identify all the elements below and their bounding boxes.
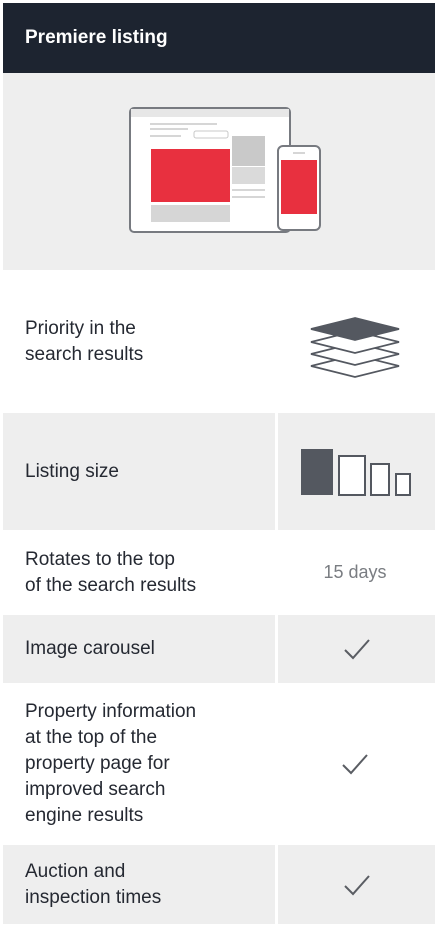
card-title: Premiere listing [25,27,168,48]
row-label: Listing size [25,460,119,482]
row-auction-inspection: Auction and inspection times [3,845,435,924]
row-value [275,274,435,410]
row-value [275,615,435,683]
layers-icon [310,317,400,378]
row-property-information: Property information at the top of the p… [3,686,435,842]
row-rotates: Rotates to the top of the search results… [3,533,435,612]
listing-illustration [3,73,435,270]
row-label: Rotates to the top of the search results [25,548,197,596]
row-image-carousel: Image carousel [3,615,435,683]
row-value: 15 days [275,533,435,612]
row-label: Image carousel [25,638,155,659]
listing-size-icon [300,448,411,496]
row-value [275,686,435,842]
check-icon [343,639,370,660]
check-icon [342,754,368,775]
premiere-listing-card: Premiere listing Priority in the search … [0,0,435,927]
desktop-mobile-preview-icon [129,107,321,233]
row-label: Priority in the search results [25,318,144,365]
row-priority: Priority in the search results [3,274,435,410]
row-value [275,845,435,924]
card-header: Premiere listing [3,3,435,73]
row-value [275,413,435,530]
rotation-days: 15 days [323,562,387,582]
check-icon [343,874,370,895]
row-label: Property information at the top of the p… [25,701,197,826]
row-listing-size: Listing size [3,413,435,530]
row-label: Auction and inspection times [25,860,162,908]
